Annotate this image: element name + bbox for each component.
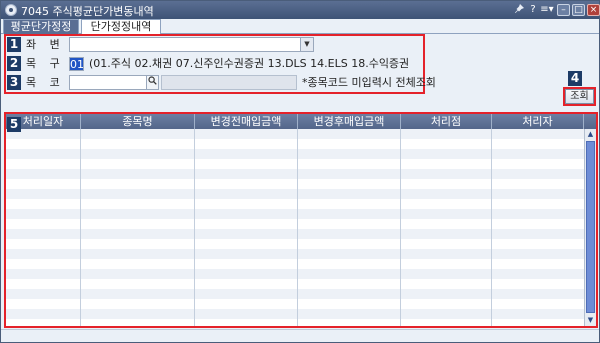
tab-bar: 평균단가정정 단가정정내역 (1, 19, 599, 34)
chevron-down-icon[interactable]: ▼ (300, 38, 313, 51)
help-icon[interactable]: ? (528, 3, 538, 16)
account-select[interactable]: ▼ (69, 37, 314, 52)
annotation-badge-2: 2 (7, 56, 21, 71)
item-code-input[interactable] (69, 75, 147, 90)
app-icon (5, 4, 17, 16)
menu-icon[interactable]: ≡▾ (540, 3, 554, 16)
close-button[interactable]: × (587, 4, 600, 16)
pin-icon[interactable] (513, 3, 525, 16)
maximize-button[interactable]: □ (572, 4, 585, 16)
tab-average-price-correction[interactable]: 평균단가정정 (3, 19, 79, 34)
window-title: 7045 주식평균단가변동내역 (21, 5, 154, 18)
annotation-badge-1: 1 (7, 37, 21, 52)
item-code-note: *종목코드 미입력시 전체조회 (302, 76, 436, 89)
query-button[interactable]: 조회 (565, 89, 594, 104)
title-bar: 7045 주식평균단가변동내역 ? ≡▾ – □ × (1, 1, 600, 19)
status-bar (1, 329, 599, 342)
item-name-display (161, 75, 297, 90)
annotation-badge-5: 5 (7, 117, 21, 132)
search-icon[interactable] (146, 75, 159, 90)
main-window: 7045 주식평균단가변동내역 ? ≡▾ – □ × 평균단가정정 단가정정내역… (0, 0, 600, 343)
annotation-box-grid (4, 112, 598, 328)
annotation-badge-3: 3 (7, 75, 21, 90)
tab-price-correction-history[interactable]: 단가정정내역 (81, 19, 161, 34)
annotation-badge-4: 4 (568, 71, 582, 86)
item-type-hint: (01.주식 02.채권 07.신주인수권증권 13.DLS 14.ELS 18… (89, 57, 410, 70)
item-type-code-input[interactable]: 01 (69, 57, 84, 71)
minimize-button[interactable]: – (557, 4, 570, 16)
